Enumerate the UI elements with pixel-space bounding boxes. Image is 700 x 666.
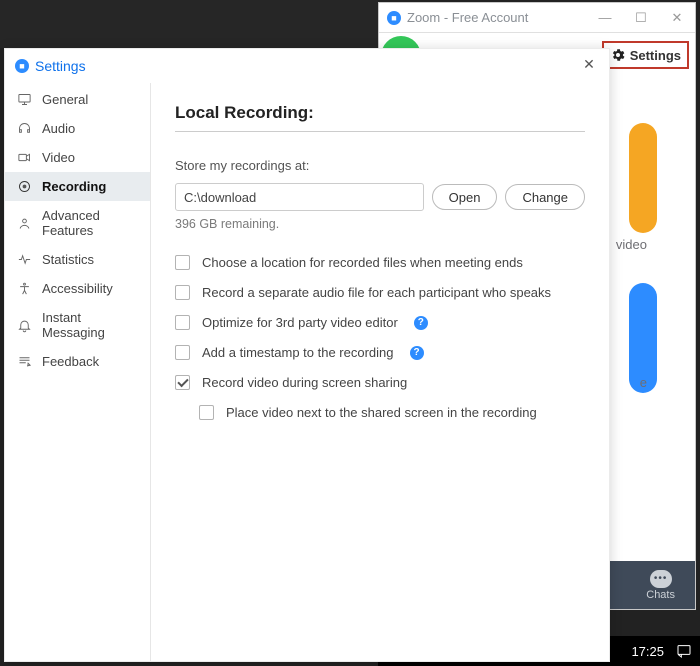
zoom-logo-icon: ■: [15, 59, 29, 73]
checkbox[interactable]: [199, 405, 214, 420]
option-row: Add a timestamp to the recording?: [175, 345, 585, 360]
store-label: Store my recordings at:: [175, 158, 585, 173]
sidebar-item-label: Instant Messaging: [42, 310, 138, 340]
option-label: Optimize for 3rd party video editor: [202, 315, 398, 330]
sidebar-item-label: Recording: [42, 179, 106, 194]
path-row: Open Change: [175, 183, 585, 211]
sidebar-item-label: Video: [42, 150, 75, 165]
settings-content: Local Recording: Store my recordings at:…: [151, 83, 609, 661]
settings-dialog: ■ Settings ✕ General Audio Video Recordi…: [4, 48, 610, 662]
open-button[interactable]: Open: [432, 184, 498, 210]
settings-sidebar: General Audio Video Recording Advanced F…: [5, 83, 151, 661]
settings-body: General Audio Video Recording Advanced F…: [5, 83, 609, 661]
content-heading: Local Recording:: [175, 103, 585, 132]
sidebar-item-general[interactable]: General: [5, 85, 150, 114]
sidebar-item-recording[interactable]: Recording: [5, 172, 150, 201]
recording-path-input[interactable]: [175, 183, 424, 211]
option-label: Record a separate audio file for each pa…: [202, 285, 551, 300]
orange-tile: [629, 123, 657, 233]
option-label: Choose a location for recorded files whe…: [202, 255, 523, 270]
peek-text-e: e: [640, 375, 647, 390]
sidebar-item-label: General: [42, 92, 88, 107]
sidebar-item-label: Audio: [42, 121, 75, 136]
help-icon[interactable]: ?: [410, 346, 424, 360]
settings-button-label: Settings: [630, 48, 681, 63]
sidebar-item-audio[interactable]: Audio: [5, 114, 150, 143]
peek-text-video: video: [616, 237, 647, 252]
option-row: Place video next to the shared screen in…: [199, 405, 585, 420]
settings-title: Settings: [35, 58, 86, 74]
gear-icon: [610, 47, 626, 63]
taskbar-clock: 17:25: [631, 644, 664, 659]
checkbox[interactable]: [175, 285, 190, 300]
background-dark-strip: [0, 0, 378, 48]
checkbox[interactable]: [175, 315, 190, 330]
sidebar-item-feedback[interactable]: Feedback: [5, 347, 150, 376]
monitor-icon: [17, 92, 32, 107]
help-icon[interactable]: ?: [414, 316, 428, 330]
option-label: Record video during screen sharing: [202, 375, 407, 390]
bell-icon: [17, 318, 32, 333]
zoom-window-controls: — ☐ ✕: [587, 3, 695, 33]
checkbox[interactable]: [175, 375, 190, 390]
sidebar-item-video[interactable]: Video: [5, 143, 150, 172]
remaining-text: 396 GB remaining.: [175, 217, 585, 231]
zoom-title: Zoom - Free Account: [407, 10, 528, 25]
settings-button[interactable]: Settings: [602, 41, 689, 69]
window-close[interactable]: ✕: [659, 3, 695, 33]
close-icon[interactable]: ✕: [579, 56, 599, 76]
option-label: Add a timestamp to the recording: [202, 345, 394, 360]
pulse-icon: [17, 252, 32, 267]
window-minimize[interactable]: —: [587, 3, 623, 33]
sidebar-item-instant-messaging[interactable]: Instant Messaging: [5, 303, 150, 347]
chats-nav-item[interactable]: ••• Chats: [646, 570, 675, 601]
window-maximize[interactable]: ☐: [623, 3, 659, 33]
option-row: Optimize for 3rd party video editor?: [175, 315, 585, 330]
settings-header: ■ Settings ✕: [5, 49, 609, 83]
checkbox[interactable]: [175, 345, 190, 360]
sidebar-item-label: Statistics: [42, 252, 94, 267]
sidebar-item-advanced[interactable]: Advanced Features: [5, 201, 150, 245]
person-icon: [17, 216, 32, 231]
change-button[interactable]: Change: [505, 184, 585, 210]
sidebar-item-accessibility[interactable]: Accessibility: [5, 274, 150, 303]
video-icon: [17, 150, 32, 165]
chat-icon: •••: [650, 570, 672, 588]
headphones-icon: [17, 121, 32, 136]
zoom-titlebar: ■ Zoom - Free Account — ☐ ✕: [379, 3, 695, 33]
option-row: Record a separate audio file for each pa…: [175, 285, 585, 300]
notification-icon[interactable]: [676, 643, 692, 659]
sidebar-item-statistics[interactable]: Statistics: [5, 245, 150, 274]
option-row: Choose a location for recorded files whe…: [175, 255, 585, 270]
sidebar-item-label: Accessibility: [42, 281, 113, 296]
sidebar-item-label: Advanced Features: [42, 208, 138, 238]
checkbox[interactable]: [175, 255, 190, 270]
sidebar-item-label: Feedback: [42, 354, 99, 369]
feedback-icon: [17, 354, 32, 369]
zoom-logo-icon: ■: [387, 11, 401, 25]
accessibility-icon: [17, 281, 32, 296]
option-row: Record video during screen sharing: [175, 375, 585, 390]
record-icon: [17, 179, 32, 194]
option-label: Place video next to the shared screen in…: [226, 405, 537, 420]
